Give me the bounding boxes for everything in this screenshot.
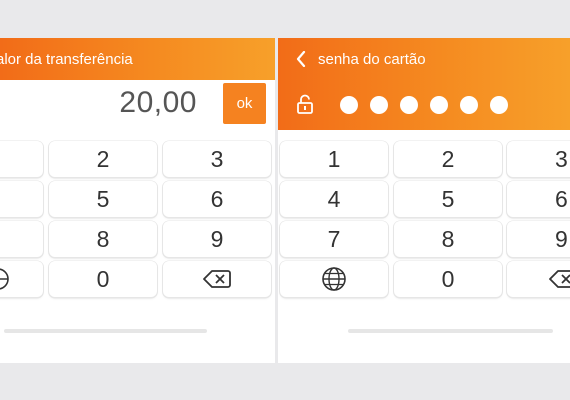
backspace-icon — [549, 270, 570, 288]
globe-icon — [0, 268, 9, 290]
pin-dot — [430, 96, 448, 114]
key-0[interactable]: 0 — [394, 261, 502, 297]
key-8[interactable]: 8 — [394, 221, 502, 257]
key-5[interactable]: 5 — [49, 181, 157, 217]
key-5[interactable]: 5 — [394, 181, 502, 217]
ok-button[interactable]: ok — [223, 83, 266, 124]
key-7[interactable]: 7 — [280, 221, 388, 257]
globe-key[interactable] — [280, 261, 388, 297]
backspace-key[interactable] — [163, 261, 271, 297]
key-1-partial[interactable] — [0, 141, 43, 177]
amount-display: 20,00 — [119, 86, 197, 119]
key-9[interactable]: 9 — [163, 221, 271, 257]
key-4[interactable]: 4 — [280, 181, 388, 217]
key-0[interactable]: 0 — [49, 261, 157, 297]
header: senha do cartão — [278, 38, 570, 80]
page-title: senha do cartão — [318, 50, 426, 68]
pin-dots — [340, 96, 508, 114]
globe-key-partial[interactable] — [0, 261, 43, 297]
back-button[interactable] — [296, 51, 306, 67]
pin-bar — [278, 80, 570, 130]
pin-dot — [370, 96, 388, 114]
key-8[interactable]: 8 — [49, 221, 157, 257]
home-indicator — [4, 329, 207, 333]
key-9[interactable]: 9 — [507, 221, 570, 257]
key-4-partial[interactable] — [0, 181, 43, 217]
transfer-amount-screen: alor da transferência 20,00 ok 2 3 5 6 8… — [0, 38, 275, 363]
home-indicator — [348, 329, 553, 333]
chevron-left-icon — [296, 51, 306, 67]
amount-bar: 20,00 ok — [0, 80, 275, 130]
pin-dot — [400, 96, 418, 114]
globe-icon — [322, 267, 346, 291]
pin-dot — [490, 96, 508, 114]
lock-icon — [296, 94, 314, 119]
key-3[interactable]: 3 — [507, 141, 570, 177]
key-1[interactable]: 1 — [280, 141, 388, 177]
pin-dot — [340, 96, 358, 114]
card-pin-screen: senha do cartão 1 2 3 4 5 6 7 8 9 0 — [278, 38, 570, 363]
header: alor da transferência — [0, 38, 275, 80]
pin-dot — [460, 96, 478, 114]
key-6[interactable]: 6 — [163, 181, 271, 217]
key-6[interactable]: 6 — [507, 181, 570, 217]
page-title: alor da transferência — [0, 50, 133, 68]
key-3[interactable]: 3 — [163, 141, 271, 177]
key-2[interactable]: 2 — [49, 141, 157, 177]
key-2[interactable]: 2 — [394, 141, 502, 177]
backspace-icon — [203, 270, 231, 288]
key-7-partial[interactable] — [0, 221, 43, 257]
backspace-key[interactable] — [507, 261, 570, 297]
